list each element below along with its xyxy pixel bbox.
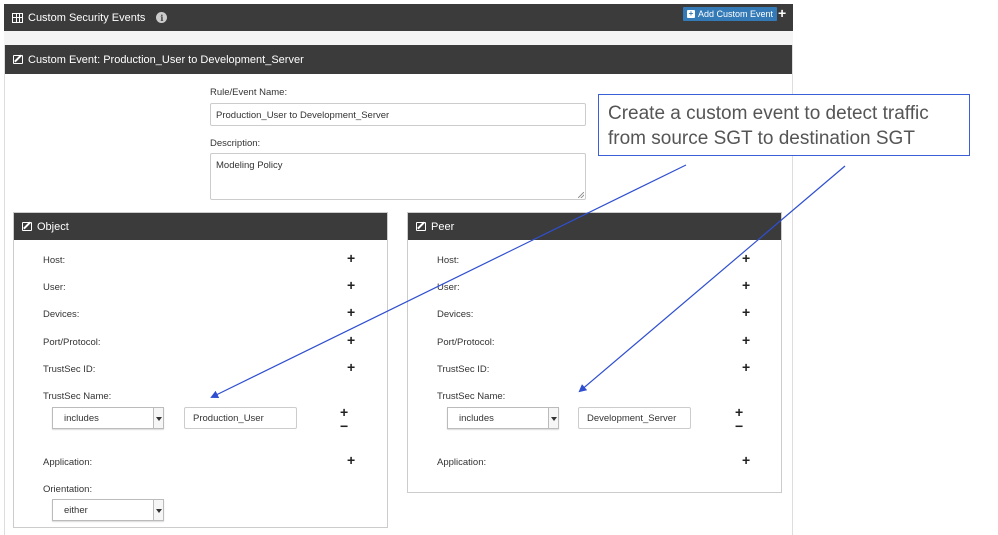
arrow-to-destination-sgt — [578, 165, 846, 393]
arrow-to-source-sgt — [210, 164, 687, 398]
annotation-arrows — [210, 164, 846, 398]
